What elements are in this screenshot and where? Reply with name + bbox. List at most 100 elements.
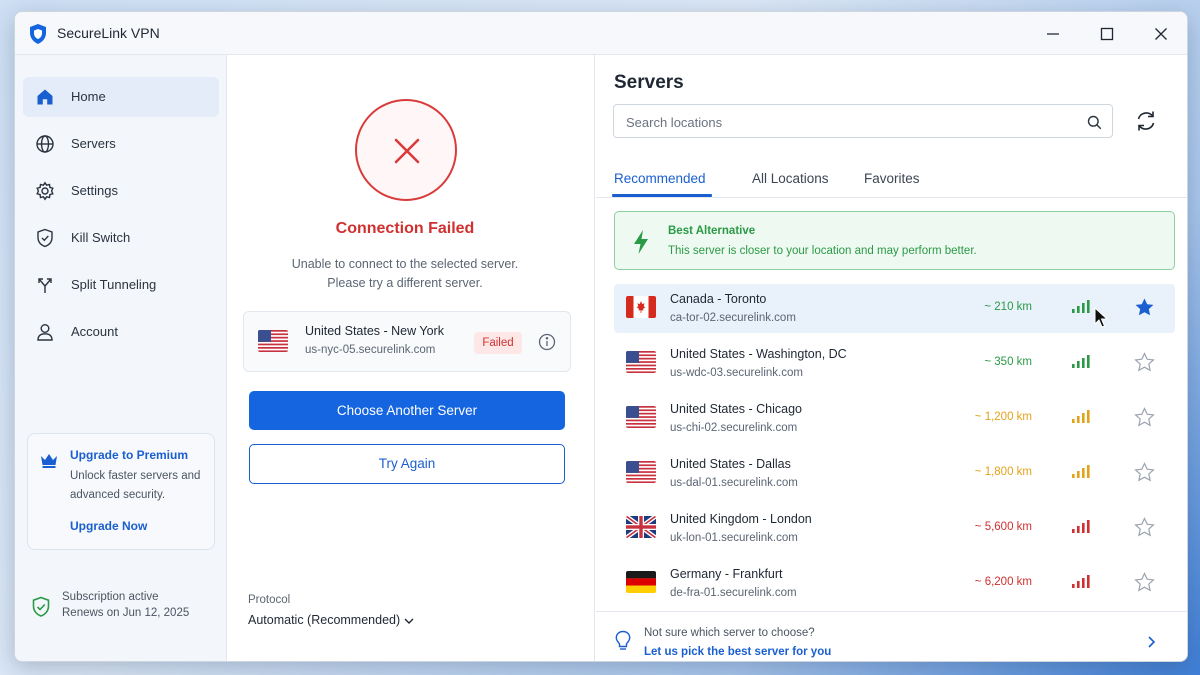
subscription-status: Subscription active Renews on Jun 12, 20…	[31, 590, 221, 630]
subscription-renewal-text: Renews on Jun 12, 2025	[62, 607, 190, 619]
us-flag-icon	[626, 406, 656, 428]
tabs-divider	[596, 197, 1187, 198]
signal-strength-icon	[1072, 410, 1090, 423]
server-distance: ~ 210 km	[984, 301, 1032, 313]
failed-server-card: United States - New York us-nyc-05.secur…	[243, 311, 571, 372]
star-outline-icon[interactable]	[1134, 352, 1155, 373]
failed-server-name: United States - New York	[305, 324, 444, 338]
upgrade-now-link[interactable]: Upgrade Now	[70, 519, 147, 533]
lightbulb-icon	[615, 630, 631, 650]
server-row[interactable]: United States - Dallas us-dal-01.securel…	[614, 449, 1175, 498]
signal-strength-icon	[1072, 465, 1090, 478]
best-alternative-title: Best Alternative	[668, 225, 756, 237]
sidebar-item-settings[interactable]: Settings	[23, 171, 219, 211]
shield-icon	[37, 228, 53, 248]
server-host: uk-lon-01.securelink.com	[670, 532, 798, 544]
server-row[interactable]: United States - Washington, DC us-wdc-03…	[614, 339, 1175, 388]
title-bar: SecureLink VPN	[15, 12, 1187, 55]
sidebar-item-label: Account	[71, 324, 118, 339]
choose-another-server-button[interactable]: Choose Another Server	[249, 391, 565, 430]
gear-icon	[36, 181, 54, 201]
search-input[interactable]	[626, 113, 1066, 131]
server-name: United Kingdom - London	[670, 512, 812, 526]
shield-logo-icon	[30, 24, 46, 44]
star-outline-icon[interactable]	[1134, 572, 1155, 593]
info-icon[interactable]	[538, 333, 556, 351]
lightning-bolt-icon	[634, 230, 648, 254]
server-distance: ~ 6,200 km	[974, 576, 1032, 588]
server-host: us-wdc-03.securelink.com	[670, 367, 803, 379]
star-outline-icon[interactable]	[1134, 462, 1155, 483]
server-name: Canada - Toronto	[670, 292, 767, 306]
signal-strength-icon	[1072, 575, 1090, 588]
sidebar-item-label: Kill Switch	[71, 230, 131, 245]
premium-title: Upgrade to Premium	[70, 448, 189, 462]
server-host: us-dal-01.securelink.com	[670, 477, 798, 489]
error-message-line2: Please try a different server.	[327, 276, 483, 290]
close-button[interactable]	[1134, 12, 1187, 55]
footer-divider	[596, 611, 1187, 612]
chevron-down-icon[interactable]	[403, 616, 415, 626]
search-icon[interactable]	[1087, 115, 1102, 130]
mouse-cursor-icon	[1094, 307, 1109, 328]
subscription-status-text: Subscription active	[62, 591, 159, 603]
refresh-icon[interactable]	[1133, 108, 1159, 134]
sidebar-item-account[interactable]: Account	[23, 312, 219, 352]
servers-panel: Servers Recommended All Locations Favori…	[596, 55, 1187, 661]
server-host: ca-tor-02.securelink.com	[670, 312, 796, 324]
tab-favorites[interactable]: Favorites	[864, 171, 920, 186]
tab-recommended[interactable]: Recommended	[614, 171, 706, 186]
search-box[interactable]	[613, 104, 1113, 138]
premium-description: Unlock faster servers and advanced secur…	[70, 470, 201, 501]
error-x-icon	[394, 138, 420, 164]
signal-strength-icon	[1072, 300, 1090, 313]
server-distance: ~ 5,600 km	[974, 521, 1032, 533]
sidebar-item-home[interactable]: Home	[23, 77, 219, 117]
server-distance: ~ 1,200 km	[974, 411, 1032, 423]
status-badge: Failed	[474, 332, 522, 354]
germany-flag-icon	[626, 571, 656, 593]
sidebar-item-kill-switch[interactable]: Kill Switch	[23, 218, 219, 258]
us-flag-icon	[258, 330, 288, 352]
shield-check-icon	[32, 596, 50, 617]
server-row[interactable]: Germany - Frankfurt de-fra-01.securelink…	[614, 559, 1175, 608]
server-distance: ~ 1,800 km	[974, 466, 1032, 478]
signal-strength-icon	[1072, 355, 1090, 368]
crown-icon	[41, 454, 57, 468]
server-row[interactable]: United States - Chicago us-chi-02.secure…	[614, 394, 1175, 443]
user-icon	[37, 324, 53, 341]
star-outline-icon[interactable]	[1134, 407, 1155, 428]
server-row[interactable]: United Kingdom - London uk-lon-01.secure…	[614, 504, 1175, 553]
server-row[interactable]: Canada - Toronto ca-tor-02.securelink.co…	[614, 284, 1175, 333]
chevron-right-icon[interactable]	[1145, 635, 1157, 649]
protocol-select[interactable]: Automatic (Recommended)	[248, 613, 400, 627]
home-icon	[37, 89, 53, 105]
try-again-button[interactable]: Try Again	[249, 444, 565, 484]
server-name: United States - Washington, DC	[670, 347, 847, 361]
error-message-line1: Unable to connect to the selected server…	[291, 257, 519, 271]
minimize-button[interactable]	[1026, 12, 1080, 55]
minimize-icon	[1047, 32, 1059, 35]
app-window: SecureLink VPN Home Servers Settings Kil…	[14, 11, 1188, 662]
hint-question: Not sure which server to choose?	[644, 627, 815, 639]
connection-failed-title: Connection Failed	[335, 220, 475, 237]
auto-pick-server-link[interactable]: Let us pick the best server for you	[644, 646, 831, 658]
sidebar-item-servers[interactable]: Servers	[23, 124, 219, 164]
split-arrows-icon	[38, 278, 52, 293]
server-name: United States - Chicago	[670, 402, 803, 416]
tab-all-locations[interactable]: All Locations	[752, 171, 829, 186]
maximize-button[interactable]	[1080, 12, 1134, 55]
servers-title: Servers	[614, 72, 684, 93]
maximize-icon	[1100, 27, 1114, 40]
star-outline-icon[interactable]	[1134, 517, 1155, 538]
uk-flag-icon	[626, 516, 656, 538]
failed-server-host: us-nyc-05.securelink.com	[305, 344, 436, 356]
star-filled-icon[interactable]	[1134, 297, 1155, 318]
sidebar-item-split-tunneling[interactable]: Split Tunneling	[23, 265, 219, 305]
sidebar-item-label: Split Tunneling	[71, 277, 157, 292]
best-alternative-description: This server is closer to your location a…	[668, 245, 977, 257]
us-flag-icon	[626, 351, 656, 373]
server-host: de-fra-01.securelink.com	[670, 587, 797, 599]
connection-status-panel: Connection Failed Unable to connect to t…	[227, 55, 595, 661]
close-icon	[1155, 27, 1167, 40]
